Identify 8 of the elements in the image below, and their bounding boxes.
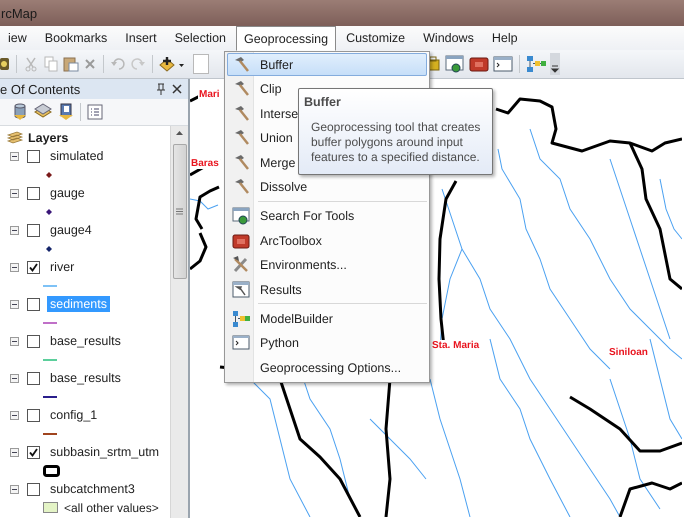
window-title: rcMap (0, 6, 38, 20)
panel-title: e Of Contents (0, 82, 82, 96)
legend-label: <all other values> (64, 500, 159, 514)
place-label: Siniloan (608, 347, 649, 358)
place-label: Mari (198, 89, 221, 100)
tooltip-title: Buffer (304, 95, 342, 109)
place-label: Sta. Maria (431, 340, 480, 351)
tooltip-text: Geoprocessing tool that creates buffer polygons around input features to a specified distance. (311, 120, 482, 165)
